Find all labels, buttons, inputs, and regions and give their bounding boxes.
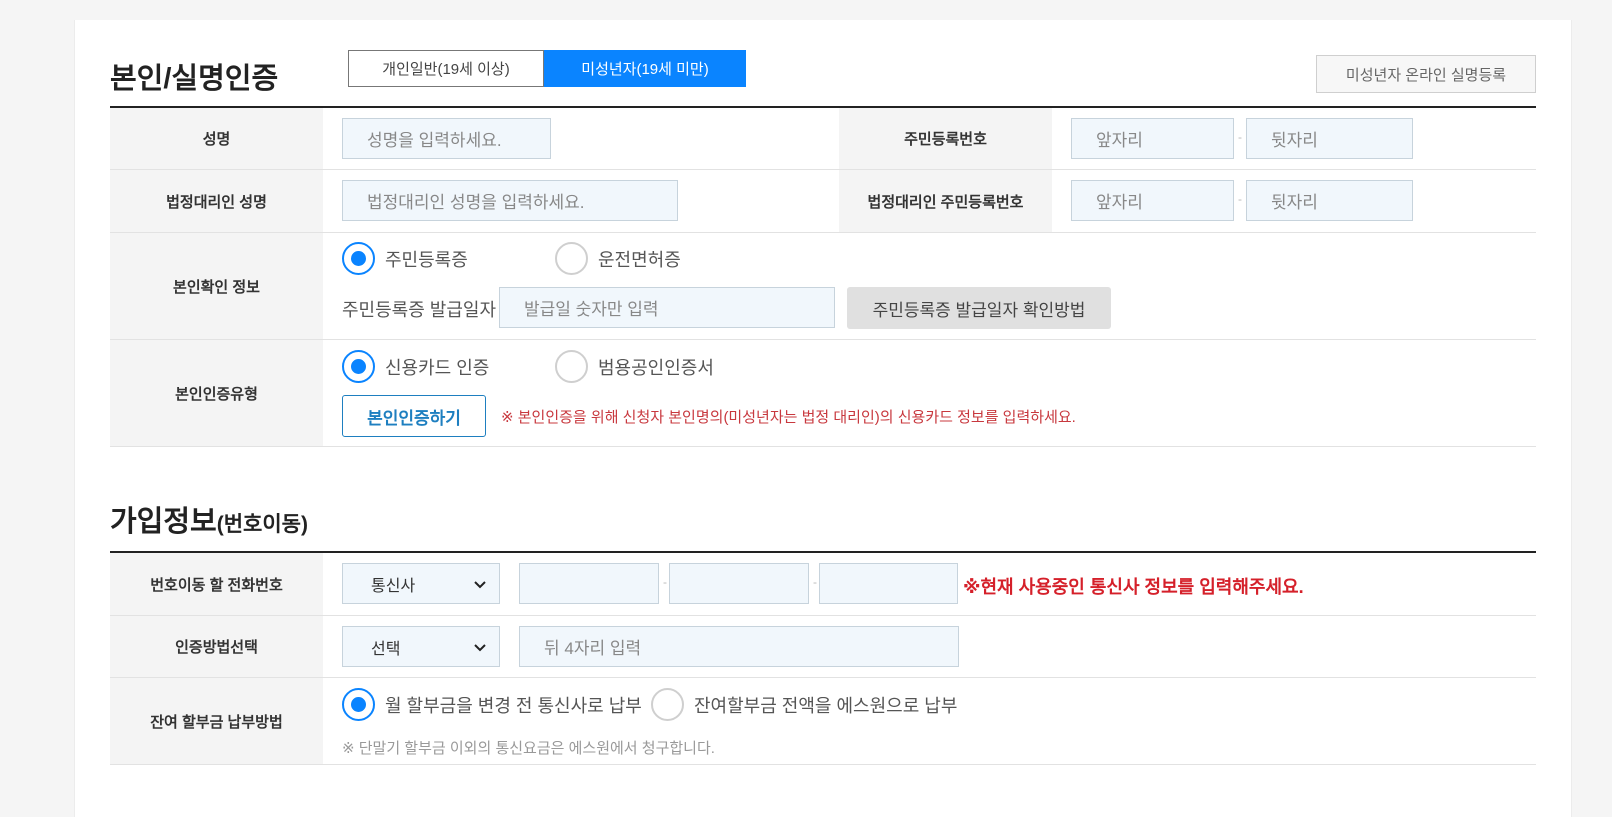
radio-pay-previous-carrier[interactable]: 월 할부금을 변경 전 통신사로 납부 <box>342 688 642 721</box>
radio-pay-s1[interactable]: 잔여할부금 전액을 에스원으로 납부 <box>651 688 957 721</box>
issue-date-howto-button[interactable]: 주민등록증 발급일자 확인방법 <box>847 287 1111 329</box>
section-title-identity: 본인/실명인증 <box>110 63 279 95</box>
installment-notice: ※ 단말기 할부금 이외의 통신요금은 에스원에서 청구합니다. <box>342 740 715 757</box>
age-tabs: 개인일반(19세 이상) 미성년자(19세 미만) <box>348 50 746 87</box>
carrier-select[interactable]: 통신사 <box>342 563 500 604</box>
subscription-table: 번호이동 할 전화번호 통신사 - - ※현재 사용중인 통신사 정보를 입력해… <box>110 551 1536 765</box>
radio-pay-s1-label: 잔여할부금 전액을 에스원으로 납부 <box>694 695 958 716</box>
row-phone: 번호이동 할 전화번호 통신사 - - ※현재 사용중인 통신사 정보를 입력해… <box>110 553 1536 616</box>
label-guardian-rrn: 법정대리인 주민등록번호 <box>839 170 1052 232</box>
guardian-rrn-dash: - <box>1238 192 1242 206</box>
content-panel: 본인/실명인증 개인일반(19세 이상) 미성년자(19세 미만) 미성년자 온… <box>74 20 1572 817</box>
label-name: 성명 <box>110 108 323 169</box>
minor-online-register-button[interactable]: 미성년자 온라인 실명등록 <box>1316 55 1536 93</box>
label-guardian-name: 법정대리인 성명 <box>110 170 323 232</box>
auth-method-select[interactable]: 선택 <box>342 626 500 667</box>
row-installment: 잔여 할부금 납부방법 월 할부금을 변경 전 통신사로 납부 잔여할부금 전액… <box>110 678 1536 765</box>
last4-input[interactable]: 뒤 4자리 입력 <box>519 626 959 667</box>
radio-unchecked-icon <box>555 242 588 275</box>
guardian-rrn-front-input[interactable]: 앞자리 <box>1071 180 1234 221</box>
auth-method-select-value: 선택 <box>371 640 401 658</box>
phone-notice: ※현재 사용중인 통신사 정보를 입력해주세요. <box>963 577 1304 597</box>
radio-unchecked-icon <box>555 350 588 383</box>
verify-identity-button[interactable]: 본인인증하기 <box>342 395 486 437</box>
carrier-select-value: 통신사 <box>371 577 416 595</box>
radio-certificate[interactable]: 범용공인인증서 <box>555 350 714 383</box>
phone-dash: - <box>663 575 667 589</box>
radio-credit-card[interactable]: 신용카드 인증 <box>342 350 489 383</box>
label-phone: 번호이동 할 전화번호 <box>110 553 323 615</box>
guardian-rrn-back-input[interactable]: 뒷자리 <box>1246 180 1413 221</box>
radio-unchecked-icon <box>651 688 684 721</box>
row-name-rrn: 성명 성명을 입력하세요. 주민등록번호 앞자리 - 뒷자리 <box>110 108 1536 170</box>
radio-certificate-label: 범용공인인증서 <box>598 357 714 378</box>
issue-date-input[interactable]: 발급일 숫자만 입력 <box>499 287 835 328</box>
chevron-down-icon <box>473 640 487 657</box>
row-auth-method: 인증방법선택 선택 뒤 4자리 입력 <box>110 616 1536 678</box>
phone-part2-input[interactable] <box>669 563 809 604</box>
label-rrn: 주민등록번호 <box>839 108 1052 169</box>
label-auth-type: 본인인증유형 <box>110 340 323 446</box>
row-auth-type: 본인인증유형 신용카드 인증 범용공인인증서 본인인증하기 ※ 본인인증을 위해… <box>110 340 1536 447</box>
issue-date-label: 주민등록증 발급일자 <box>342 300 497 320</box>
radio-driver-license-label: 운전면허증 <box>598 249 681 270</box>
radio-pay-previous-carrier-label: 월 할부금을 변경 전 통신사로 납부 <box>385 695 642 716</box>
rrn-front-input[interactable]: 앞자리 <box>1071 118 1234 159</box>
tab-adult[interactable]: 개인일반(19세 이상) <box>348 50 544 87</box>
chevron-down-icon <box>473 577 487 594</box>
section-title-subscription: 가입정보(번호이동) <box>110 498 308 540</box>
row-id-info: 본인확인 정보 주민등록증 운전면허증 주민등록증 발급일자 발급일 숫자만 입… <box>110 233 1536 340</box>
tab-minor[interactable]: 미성년자(19세 미만) <box>544 50 746 87</box>
radio-checked-icon <box>342 688 375 721</box>
label-installment: 잔여 할부금 납부방법 <box>110 678 323 764</box>
auth-notice: ※ 본인인증을 위해 신청자 본인명의(미성년자는 법정 대리인)의 신용카드 … <box>501 409 1076 426</box>
label-id-info: 본인확인 정보 <box>110 233 323 339</box>
phone-dash: - <box>813 575 817 589</box>
rrn-back-input[interactable]: 뒷자리 <box>1246 118 1413 159</box>
phone-part1-input[interactable] <box>519 563 659 604</box>
row-guardian: 법정대리인 성명 법정대리인 성명을 입력하세요. 법정대리인 주민등록번호 앞… <box>110 170 1536 233</box>
name-input[interactable]: 성명을 입력하세요. <box>342 118 551 159</box>
radio-resident-card[interactable]: 주민등록증 <box>342 242 468 275</box>
section-title-main: 가입정보 <box>110 506 217 538</box>
radio-checked-icon <box>342 242 375 275</box>
label-auth-method: 인증방법선택 <box>110 616 323 677</box>
phone-part3-input[interactable] <box>819 563 958 604</box>
radio-credit-card-label: 신용카드 인증 <box>385 357 490 378</box>
radio-checked-icon <box>342 350 375 383</box>
rrn-dash: - <box>1238 130 1242 144</box>
guardian-name-input[interactable]: 법정대리인 성명을 입력하세요. <box>342 180 678 221</box>
identity-table: 성명 성명을 입력하세요. 주민등록번호 앞자리 - 뒷자리 법정대리인 성명 … <box>110 106 1536 447</box>
radio-resident-card-label: 주민등록증 <box>385 249 468 270</box>
radio-driver-license[interactable]: 운전면허증 <box>555 242 681 275</box>
section-title-sub: (번호이동) <box>216 513 309 536</box>
